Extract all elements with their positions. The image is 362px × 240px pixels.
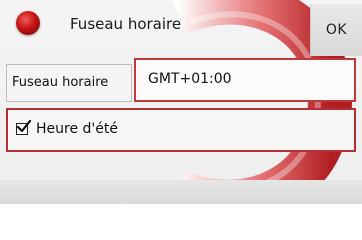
- logo-icon: [16, 11, 40, 35]
- timezone-settings-screen: Fuseau horaire OK Fuseau horaire GMT+01:…: [0, 0, 362, 204]
- daylight-saving-label: Heure d'été: [36, 121, 118, 137]
- daylight-saving-toggle[interactable]: Heure d'été: [6, 108, 356, 152]
- page-title: Fuseau horaire: [70, 15, 182, 33]
- ok-button[interactable]: OK: [310, 4, 362, 56]
- title-bar: Fuseau horaire: [0, 0, 362, 56]
- checkbox-checked-icon[interactable]: [16, 119, 32, 135]
- footer-band: [0, 180, 362, 204]
- timezone-label: Fuseau horaire: [6, 64, 132, 102]
- timezone-select[interactable]: GMT+01:00: [134, 58, 356, 102]
